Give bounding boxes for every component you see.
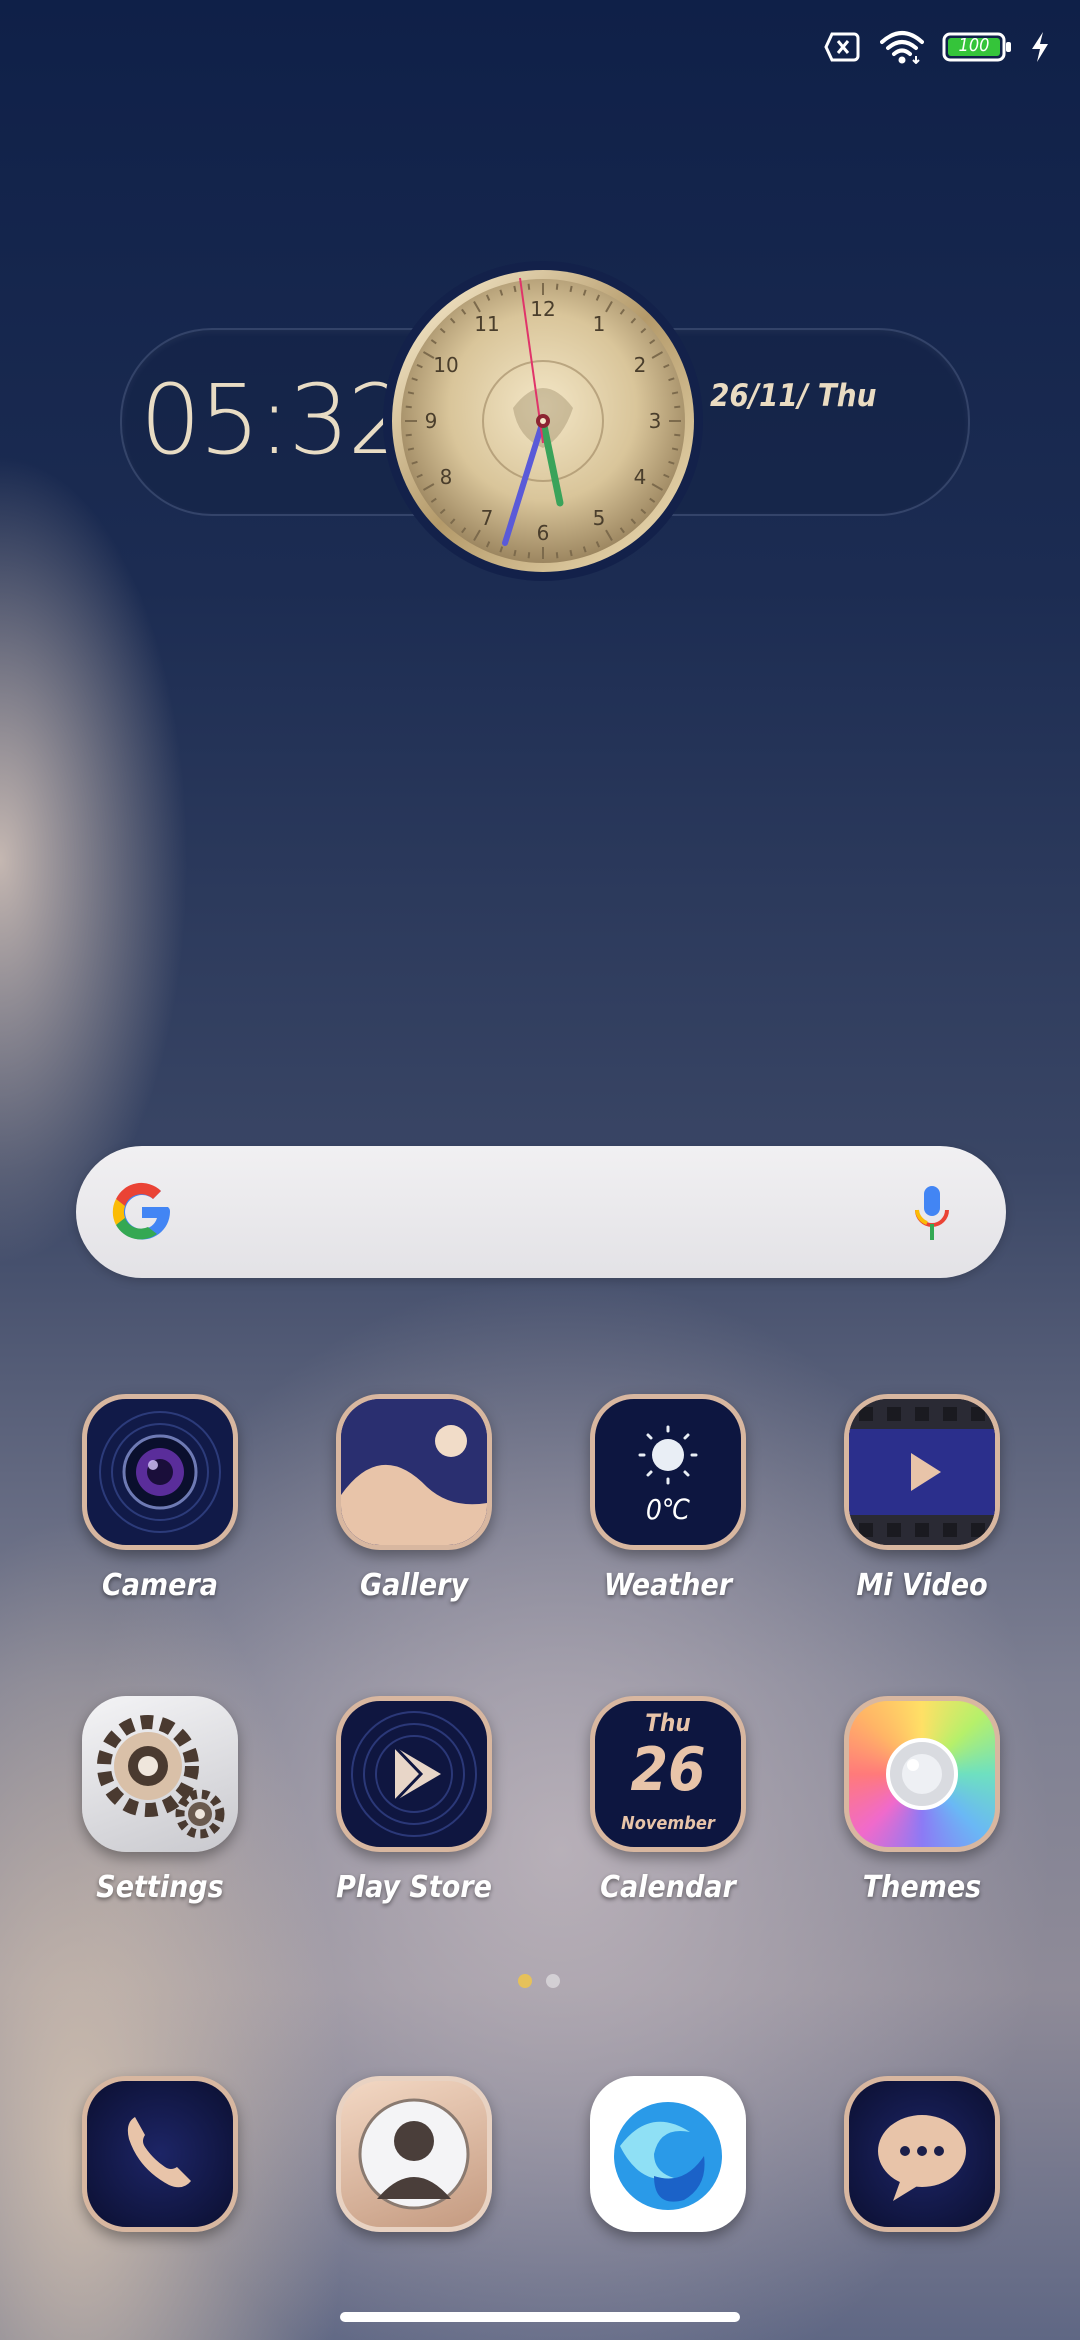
dial-number: 8 bbox=[440, 465, 453, 489]
camera-icon bbox=[82, 1394, 238, 1550]
dial-number: 2 bbox=[634, 353, 647, 377]
app-label: Mi Video bbox=[856, 1568, 988, 1603]
page-dot[interactable] bbox=[546, 1974, 560, 1988]
dock-contacts[interactable] bbox=[336, 2076, 492, 2232]
themes-icon bbox=[844, 1696, 1000, 1852]
dial-number: 12 bbox=[530, 297, 555, 321]
microphone-icon[interactable] bbox=[912, 1184, 952, 1248]
calendar-day: Thu bbox=[645, 1709, 691, 1737]
google-search-bar[interactable] bbox=[76, 1146, 1006, 1278]
dial-number: 1 bbox=[593, 312, 606, 336]
analog-clock[interactable]: 12 1 2 3 4 5 6 7 8 9 10 11 bbox=[380, 258, 706, 588]
weather-icon: 0℃ bbox=[590, 1394, 746, 1550]
app-label: Camera bbox=[102, 1568, 218, 1603]
calendar-date: 26 bbox=[630, 1735, 706, 1805]
dock-phone[interactable] bbox=[82, 2076, 238, 2232]
date-text: 26/11/ Thu bbox=[710, 378, 877, 414]
dock-messages[interactable] bbox=[844, 2076, 1000, 2232]
app-calendar[interactable]: Thu 26 November Calendar bbox=[568, 1696, 768, 1905]
app-label: Calendar bbox=[600, 1870, 736, 1905]
dial-number: 7 bbox=[481, 506, 494, 530]
page-indicator bbox=[518, 1974, 560, 1988]
page-dot-active[interactable] bbox=[518, 1974, 532, 1988]
dial-number: 4 bbox=[634, 465, 647, 489]
gallery-icon bbox=[336, 1394, 492, 1550]
app-weather[interactable]: 0℃ Weather bbox=[568, 1394, 768, 1603]
calendar-month: November bbox=[621, 1813, 715, 1834]
google-logo-icon bbox=[110, 1180, 174, 1248]
app-themes[interactable]: Themes bbox=[822, 1696, 1022, 1905]
app-label: Play Store bbox=[336, 1870, 492, 1905]
app-gallery[interactable]: Gallery bbox=[314, 1394, 514, 1603]
settings-icon bbox=[82, 1696, 238, 1852]
dial-number: 10 bbox=[433, 353, 458, 377]
weather-temp: 0℃ bbox=[645, 1493, 691, 1526]
play-store-icon bbox=[336, 1696, 492, 1852]
dial-number: 3 bbox=[649, 409, 662, 433]
dial-number: 6 bbox=[537, 521, 550, 545]
charging-icon bbox=[1030, 31, 1050, 63]
battery-level-text: 100 bbox=[958, 35, 990, 56]
video-icon bbox=[844, 1394, 1000, 1550]
dial-number: 5 bbox=[593, 506, 606, 530]
status-bar: 100 bbox=[824, 30, 1050, 64]
app-camera[interactable]: Camera bbox=[60, 1394, 260, 1603]
wifi-icon bbox=[880, 30, 924, 64]
home-indicator[interactable] bbox=[340, 2312, 740, 2322]
dial-number: 11 bbox=[474, 312, 499, 336]
dial-number: 9 bbox=[425, 409, 438, 433]
app-play-store[interactable]: Play Store bbox=[314, 1696, 514, 1905]
digital-time: 05:32 bbox=[140, 364, 409, 476]
app-label: Themes bbox=[862, 1870, 982, 1905]
browser-icon bbox=[590, 2076, 746, 2232]
contacts-icon bbox=[336, 2076, 492, 2232]
app-label: Settings bbox=[96, 1870, 224, 1905]
calendar-icon: Thu 26 November bbox=[590, 1696, 746, 1852]
app-label: Weather bbox=[603, 1568, 733, 1603]
dock-browser[interactable] bbox=[590, 2076, 746, 2232]
phone-icon bbox=[82, 2076, 238, 2232]
app-settings[interactable]: Settings bbox=[60, 1696, 260, 1905]
messages-icon bbox=[844, 2076, 1000, 2232]
no-sim-icon bbox=[824, 32, 862, 62]
app-mi-video[interactable]: Mi Video bbox=[822, 1394, 1022, 1603]
battery-icon: 100 bbox=[942, 32, 1012, 62]
app-label: Gallery bbox=[359, 1568, 469, 1603]
